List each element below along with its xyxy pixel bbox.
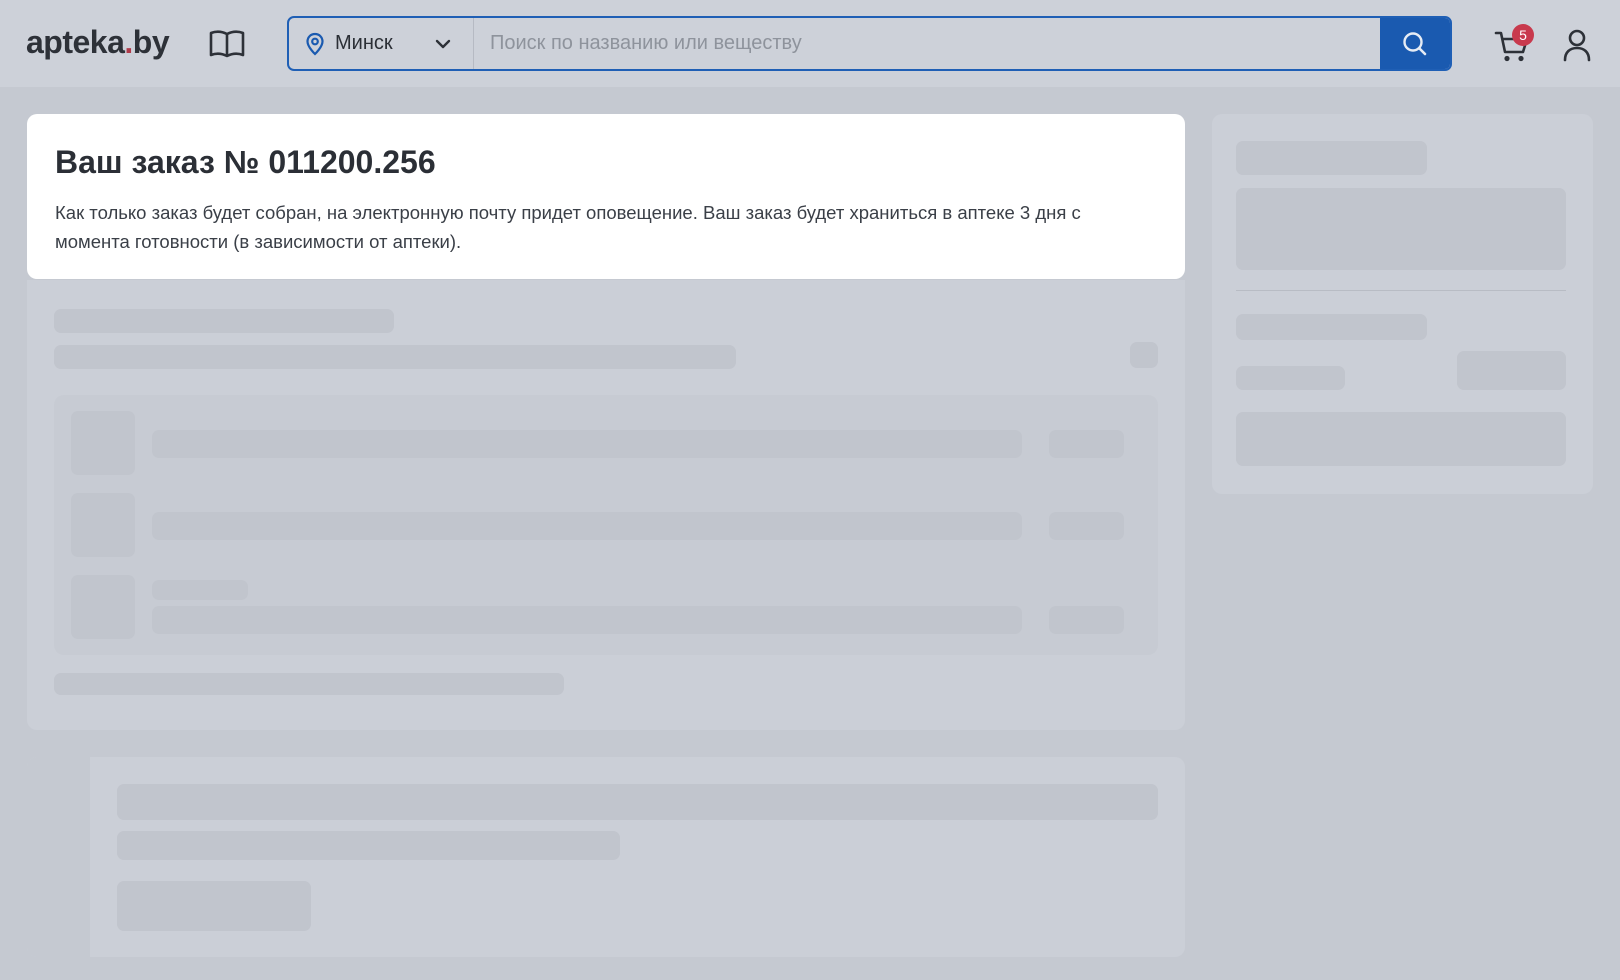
cart-count-badge: 5 xyxy=(1512,24,1534,46)
skeleton-items-list xyxy=(54,395,1158,655)
skeleton-price xyxy=(1049,512,1124,540)
summary-skeleton-card xyxy=(1212,114,1593,494)
skeleton-thumb xyxy=(71,575,135,639)
skeleton-line xyxy=(117,831,620,860)
skeleton-line xyxy=(152,430,1022,458)
skeleton-button xyxy=(1236,412,1566,466)
location-pin-icon xyxy=(306,32,324,56)
chevron-down-icon xyxy=(435,39,451,48)
logo-dot: . xyxy=(124,24,133,60)
city-name: Минск xyxy=(335,32,393,54)
skeleton-line xyxy=(152,580,248,600)
order-items-skeleton-card xyxy=(27,280,1185,730)
skeleton-block xyxy=(1130,342,1158,368)
skeleton-thumb xyxy=(71,411,135,475)
site-logo[interactable]: apteka.by xyxy=(26,24,170,61)
skeleton-line xyxy=(1236,314,1427,340)
skeleton-price xyxy=(1049,606,1124,634)
skeleton-line xyxy=(117,784,1158,820)
user-icon[interactable] xyxy=(1562,28,1592,62)
skeleton-price xyxy=(1049,430,1124,458)
divider xyxy=(1236,290,1566,291)
order-confirmation-card: Ваш заказ № 011200.256 Как только заказ … xyxy=(27,114,1185,279)
logo-tld: by xyxy=(132,24,170,60)
logo-text: apteka xyxy=(26,24,125,60)
skeleton-line xyxy=(54,345,736,369)
search-icon xyxy=(1403,31,1427,55)
skeleton-block xyxy=(1236,188,1566,270)
skeleton-price xyxy=(1457,351,1566,390)
skeleton-side-strip xyxy=(27,757,90,957)
book-icon[interactable] xyxy=(209,29,245,59)
skeleton-line xyxy=(1236,141,1427,175)
search-button[interactable] xyxy=(1380,18,1450,69)
skeleton-line xyxy=(152,512,1022,540)
search-bar: Минск xyxy=(287,16,1452,71)
search-input[interactable] xyxy=(474,18,1380,69)
city-select[interactable]: Минск xyxy=(289,18,474,69)
order-title: Ваш заказ № 011200.256 xyxy=(55,144,436,180)
delivery-skeleton-card xyxy=(27,757,1185,957)
skeleton-line xyxy=(152,606,1022,634)
skeleton-thumb xyxy=(71,493,135,557)
skeleton-line xyxy=(54,673,564,695)
skeleton-button xyxy=(117,881,311,931)
order-message: Как только заказ будет собран, на электр… xyxy=(55,202,1081,252)
skeleton-line xyxy=(54,309,394,333)
skeleton-line xyxy=(1236,366,1345,390)
header: apteka.by Минск 5 xyxy=(0,0,1620,87)
